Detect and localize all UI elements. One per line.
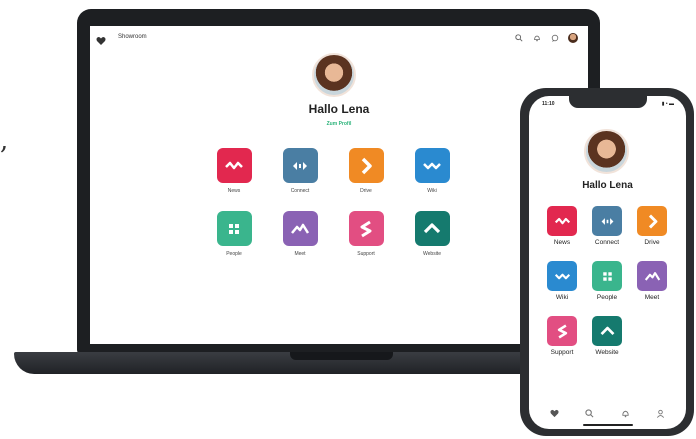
mountains-icon[interactable] (282, 211, 318, 246)
app-label: News (227, 188, 241, 194)
phone-screen: 11:10 ▮ • ▬ Hallo Lena News Connect Driv… (529, 96, 686, 429)
app-label: People (226, 251, 242, 257)
app-label: Drive (360, 188, 372, 194)
app-grid: News Connect Drive Wiki People Meet Supp… (216, 148, 456, 257)
app-label: Meet (294, 251, 306, 257)
app-label: Connect (594, 239, 620, 246)
greeting-heading: Hallo Lena (582, 180, 633, 191)
search-icon[interactable] (584, 407, 596, 419)
status-icons: ▮ • ▬ (661, 101, 674, 107)
app-website[interactable]: Website (592, 316, 622, 356)
bell-icon[interactable] (619, 407, 631, 419)
laptop-screen: Showroom Hallo Lena Zum Profil News Conn… (90, 26, 588, 344)
pulse-icon[interactable] (216, 148, 252, 183)
status-time: 11:10 (542, 101, 555, 107)
app-label: Support (357, 251, 375, 257)
app-label: Website (423, 251, 441, 257)
bell-icon[interactable] (532, 33, 542, 43)
app-meet[interactable]: Meet (637, 261, 667, 301)
laptop-hinge-notch (290, 352, 393, 360)
chat-icon[interactable] (550, 33, 560, 43)
app-header: Showroom (90, 26, 588, 50)
header-tools (514, 33, 578, 43)
dots-icon[interactable] (592, 261, 622, 291)
app-people[interactable]: People (216, 211, 252, 257)
app-label: Meet (644, 294, 660, 301)
app-label: Wiki (427, 188, 437, 194)
profile-photo[interactable] (312, 53, 356, 97)
app-support[interactable]: Support (348, 211, 384, 257)
quote-mark: , (0, 126, 9, 156)
app-drive[interactable]: Drive (637, 206, 667, 246)
app-label: News (553, 239, 571, 246)
app-label: Support (550, 349, 574, 356)
app-connect[interactable]: Connect (282, 148, 318, 194)
mountains-icon[interactable] (637, 261, 667, 291)
user-avatar[interactable] (568, 33, 578, 43)
app-label: Wiki (555, 294, 569, 301)
app-news[interactable]: News (547, 206, 577, 246)
home-indicator (583, 424, 633, 426)
app-connect[interactable]: Connect (592, 206, 622, 246)
chevron-right-icon[interactable] (348, 148, 384, 183)
app-website[interactable]: Website (414, 211, 450, 257)
app-label: Website (595, 349, 619, 356)
profile-link[interactable]: Zum Profil (90, 121, 588, 127)
chevron-right-icon[interactable] (637, 206, 667, 236)
laptop-base (14, 352, 539, 374)
phone-notch (569, 96, 647, 108)
app-label: Drive (644, 239, 660, 246)
s-icon[interactable] (348, 211, 384, 246)
arrows-icon[interactable] (592, 206, 622, 236)
dots-icon[interactable] (216, 211, 252, 246)
bottom-tab-bar (529, 407, 686, 419)
roof-icon[interactable] (414, 211, 450, 246)
wave-icon[interactable] (547, 261, 577, 291)
greeting-heading: Hallo Lena (308, 102, 370, 116)
app-news[interactable]: News (216, 148, 252, 194)
app-drive[interactable]: Drive (348, 148, 384, 194)
app-wiki[interactable]: Wiki (547, 261, 577, 301)
heart-logo-icon[interactable] (96, 33, 106, 45)
app-grid: News Connect Drive Wiki People Meet Supp… (547, 206, 667, 356)
app-people[interactable]: People (592, 261, 622, 301)
wave-icon[interactable] (414, 148, 450, 183)
app-support[interactable]: Support (547, 316, 577, 356)
arrows-icon[interactable] (282, 148, 318, 183)
roof-icon[interactable] (592, 316, 622, 346)
app-label: Connect (290, 188, 310, 194)
app-label: People (596, 294, 618, 301)
user-icon[interactable] (654, 407, 666, 419)
app-title: Showroom (118, 34, 147, 40)
s-icon[interactable] (547, 316, 577, 346)
search-icon[interactable] (514, 33, 524, 43)
pulse-icon[interactable] (547, 206, 577, 236)
profile-photo[interactable] (584, 129, 629, 174)
app-wiki[interactable]: Wiki (414, 148, 450, 194)
heart-icon[interactable] (549, 407, 561, 419)
app-meet[interactable]: Meet (282, 211, 318, 257)
